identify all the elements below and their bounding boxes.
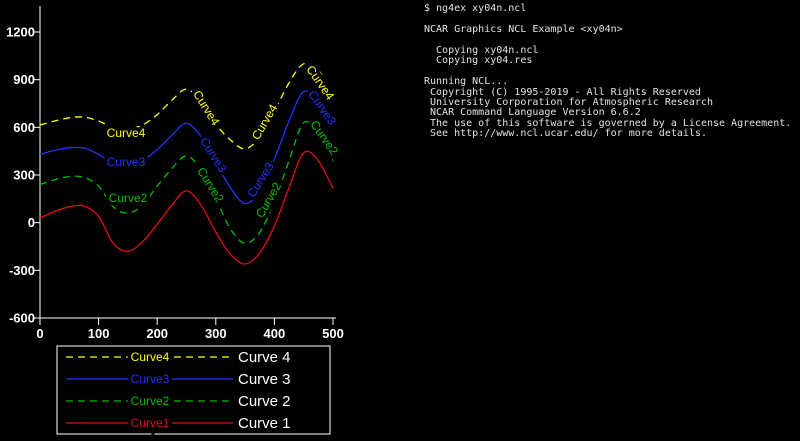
curve-line-1: [40, 151, 333, 264]
y-tick-label: -300: [9, 263, 35, 278]
xy-plot: 12009006003000-300-6000100200300400500 C…: [0, 0, 360, 441]
curve-label: Curve4: [249, 101, 281, 142]
terminal-line: Running NCL...: [424, 77, 796, 87]
curve-label: Curve4: [107, 126, 146, 140]
y-tick-label: 300: [13, 168, 35, 183]
curve-inline-labels: Curve4Curve3Curve2Curve4Curve3Curve2Curv…: [107, 63, 342, 220]
y-tick-label: 0: [28, 215, 35, 230]
terminal-line: NCAR Graphics NCL Example <xy04n>: [424, 25, 796, 35]
x-tick-label: 0: [36, 326, 43, 341]
y-tick-label: 1200: [6, 25, 35, 40]
legend-entry-label: Curve 3: [238, 371, 291, 388]
y-tick-label: 900: [13, 72, 35, 87]
x-tick-label: 100: [88, 326, 110, 341]
plot-legend: Curve4 Curve 4 Curve3 Curve 3 Curve2 Curve 2 C…: [57, 346, 330, 434]
terminal-output[interactable]: $ ng4ex xy04n.ncl NCAR Graphics NCL Examp…: [424, 4, 796, 140]
legend-entry-label: Curve 1: [238, 415, 291, 432]
terminal-line: $ ng4ex xy04n.ncl: [424, 4, 796, 14]
x-tick-label: 300: [205, 326, 227, 341]
legend-sample-label: Curve1: [131, 416, 170, 430]
y-tick-label: 600: [13, 120, 35, 135]
curve-label: Curve3: [107, 155, 146, 169]
curve-line-2: [40, 121, 333, 243]
curve-label: Curve2: [307, 118, 341, 158]
x-tick-label: 400: [264, 326, 286, 341]
curve-line-4: [40, 63, 333, 149]
legend-sample-label: Curve4: [131, 350, 170, 364]
terminal-line: Copying xy04.res: [424, 56, 796, 66]
y-tick-label: -600: [9, 311, 35, 326]
x-tick-label: 200: [146, 326, 168, 341]
plot-axes: 12009006003000-300-6000100200300400500: [6, 6, 344, 341]
plot-curves: [40, 63, 333, 264]
screen: 12009006003000-300-6000100200300400500 C…: [0, 0, 800, 441]
curve-label: Curve2: [109, 191, 148, 205]
curve-label: Curve4: [190, 88, 223, 129]
legend-entry-label: Curve 4: [238, 349, 291, 366]
x-tick-label: 500: [322, 326, 344, 341]
terminal-line: See http://www.ncl.ucar.edu/ for more de…: [424, 129, 796, 139]
legend-entry-label: Curve 2: [238, 393, 291, 410]
legend-sample-label: Curve3: [131, 372, 170, 386]
legend-sample-label: Curve2: [131, 394, 170, 408]
